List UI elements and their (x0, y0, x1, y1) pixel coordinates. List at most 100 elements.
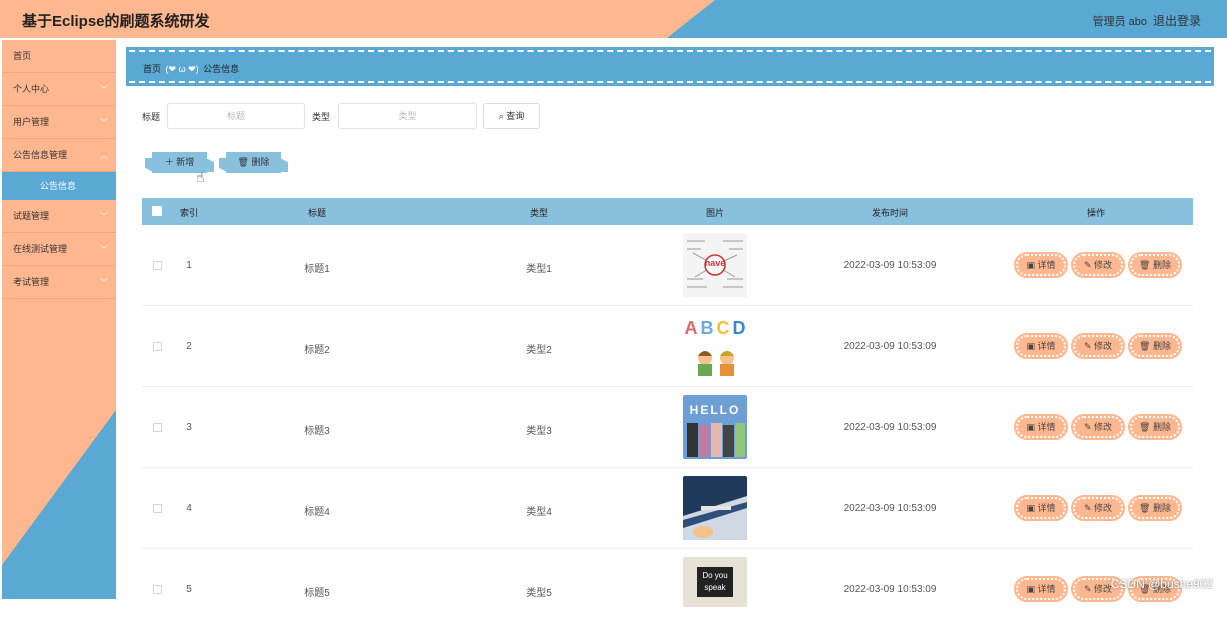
delete-button[interactable]: 🗑 删除 (1130, 254, 1180, 276)
row-image: Do you speak (683, 557, 747, 607)
cell-type: 类型3 (526, 422, 552, 437)
sidebar-item-personal-center[interactable]: 个人中心 ﹀ (2, 73, 116, 106)
cell-title: 标题4 (304, 503, 330, 518)
detail-icon: ▣ (1026, 422, 1035, 432)
cell-title: 标题5 (304, 584, 330, 599)
thumb-text: HELLO (683, 403, 747, 417)
cell-publish-time: 2022-03-09 10:53:09 (844, 341, 937, 352)
row-checkbox[interactable] (153, 261, 162, 270)
edit-icon: ✎ (1084, 584, 1092, 594)
table-row: 1 标题1 类型1 have 2022-03-09 10:53:09 ▣ 详情 … (142, 225, 1193, 306)
thumb-text: Do you (697, 570, 733, 582)
cell-type: 类型4 (526, 503, 552, 518)
column-header-publish-time: 发布时间 (872, 206, 908, 219)
trash-icon: 🗑 (1139, 422, 1150, 432)
sidebar-item-question-management[interactable]: 试题管理 ﹀ (2, 200, 116, 233)
row-checkbox[interactable] (153, 504, 162, 513)
cell-index: 2 (186, 341, 192, 352)
chevron-down-icon: ﹀ (100, 200, 108, 233)
edit-button[interactable]: ✎ 修改 (1073, 254, 1123, 276)
detail-icon: ▣ (1026, 341, 1035, 351)
title-search-input[interactable]: 标题 (167, 103, 305, 129)
delete-label: 删除 (1153, 422, 1171, 432)
edit-button[interactable]: ✎ 修改 (1073, 416, 1123, 438)
cell-index: 3 (186, 422, 192, 433)
sidebar-item-label: 公告信息 (40, 181, 76, 191)
row-image (683, 476, 747, 540)
cell-type: 类型2 (526, 341, 552, 356)
sidebar-item-label: 公告信息管理 (13, 150, 67, 160)
row-image: A B C D (683, 314, 747, 378)
row-checkbox[interactable] (153, 342, 162, 351)
breadcrumb-current: 公告信息 (203, 64, 239, 74)
edit-label: 修改 (1094, 584, 1112, 594)
cell-title: 标题2 (304, 341, 330, 356)
sidebar-subitem-notice-info[interactable]: 公告信息 (2, 172, 116, 200)
delete-button[interactable]: 🗑 删除 (1130, 335, 1180, 357)
detail-icon: ▣ (1026, 503, 1035, 513)
chevron-down-icon: ﹀ (100, 266, 108, 299)
thumb-text: have (683, 258, 747, 268)
breadcrumb-emoticon: (❤ ω ❤) (166, 64, 199, 74)
edit-button[interactable]: ✎ 修改 (1073, 335, 1123, 357)
trash-icon: 🗑 (1139, 503, 1150, 513)
type-search-input[interactable]: 类型 (338, 103, 477, 129)
sidebar: 首页 个人中心 ﹀ 用户管理 ﹀ 公告信息管理 ︿ 公告信息 试题管理 ﹀ 在线… (2, 40, 116, 599)
detail-button[interactable]: ▣ 详情 (1016, 335, 1066, 357)
delete-button[interactable]: 🗑 删除 (1130, 416, 1180, 438)
sidebar-item-user-management[interactable]: 用户管理 ﹀ (2, 106, 116, 139)
batch-delete-button[interactable]: 🗑 删除 (226, 152, 281, 173)
sidebar-item-label: 试题管理 (13, 211, 49, 221)
detail-button[interactable]: ▣ 详情 (1016, 497, 1066, 519)
app-title: 基于Eclipse的刷题系统研发 (22, 10, 210, 31)
thumb-letter: D (733, 318, 746, 339)
detail-button[interactable]: ▣ 详情 (1016, 416, 1066, 438)
cell-index: 5 (186, 584, 192, 595)
add-button-label: 新增 (176, 157, 194, 167)
thumb-letter: B (701, 318, 714, 339)
cell-type: 类型1 (526, 260, 552, 275)
top-header: 基于Eclipse的刷题系统研发 管理员 abo 退出登录 (0, 0, 1227, 38)
delete-label: 删除 (1153, 503, 1171, 513)
column-header-title: 标题 (308, 206, 326, 219)
sidebar-item-online-test-management[interactable]: 在线测试管理 ﹀ (2, 233, 116, 266)
title-label: 标题 (142, 110, 160, 123)
detail-button[interactable]: ▣ 详情 (1016, 254, 1066, 276)
delete-label: 删除 (1153, 341, 1171, 351)
cell-title: 标题1 (304, 260, 330, 275)
detail-label: 详情 (1038, 341, 1056, 351)
delete-label: 删除 (1153, 260, 1171, 270)
detail-button[interactable]: ▣ 详情 (1016, 578, 1066, 600)
table-header: 索引 标题 类型 图片 发布时间 操作 (142, 198, 1193, 225)
table-row: 5 标题5 类型5 Do you speak 2022-03-09 10:53:… (142, 549, 1193, 630)
sidebar-item-label: 在线测试管理 (13, 244, 67, 254)
cell-index: 1 (186, 260, 192, 271)
trash-icon: 🗑 (238, 157, 249, 167)
row-image: have (683, 233, 747, 297)
thumb-text: speak (697, 582, 733, 594)
row-image: HELLO (683, 395, 747, 459)
table-row: 2 标题2 类型2 A B C D 2022-03-09 10:53:09 ▣ … (142, 306, 1193, 387)
trash-icon: 🗑 (1139, 260, 1150, 270)
sidebar-item-label: 个人中心 (13, 84, 49, 94)
delete-button[interactable]: 🗑 删除 (1130, 497, 1180, 519)
sidebar-item-notice-management[interactable]: 公告信息管理 ︿ (2, 139, 116, 172)
breadcrumb-home[interactable]: 首页 (143, 64, 161, 74)
select-all-checkbox[interactable] (152, 206, 162, 216)
edit-icon: ✎ (1084, 341, 1092, 351)
edit-label: 修改 (1094, 260, 1112, 270)
cell-publish-time: 2022-03-09 10:53:09 (844, 422, 937, 433)
detail-label: 详情 (1038, 422, 1056, 432)
sidebar-item-exam-management[interactable]: 考试管理 ﹀ (2, 266, 116, 299)
edit-button[interactable]: ✎ 修改 (1073, 497, 1123, 519)
detail-icon: ▣ (1026, 260, 1035, 270)
row-checkbox[interactable] (153, 423, 162, 432)
cell-publish-time: 2022-03-09 10:53:09 (844, 584, 937, 595)
detail-icon: ▣ (1026, 584, 1035, 594)
detail-label: 详情 (1038, 260, 1056, 270)
sidebar-item-home[interactable]: 首页 (2, 40, 116, 73)
row-checkbox[interactable] (153, 585, 162, 594)
logout-link[interactable]: 退出登录 (1153, 12, 1201, 29)
query-button[interactable]: ⌕ 查询 (483, 103, 540, 129)
search-icon: ⌕ (499, 111, 504, 121)
